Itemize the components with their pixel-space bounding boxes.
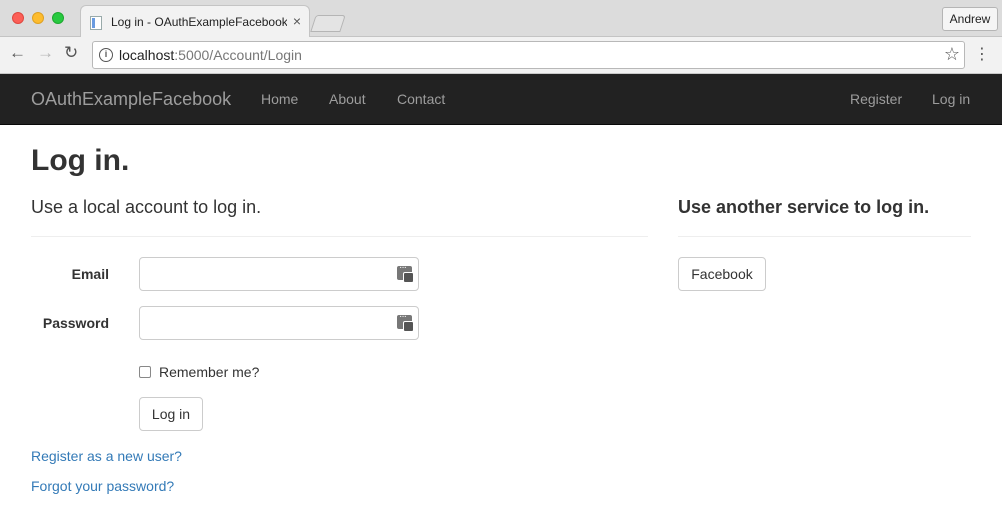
browser-menu-icon[interactable]: ⋮	[974, 44, 990, 64]
new-tab-button[interactable]	[310, 15, 346, 32]
email-field[interactable]	[150, 258, 390, 288]
page-favicon-icon	[90, 16, 102, 30]
url-path: :5000/Account/Login	[174, 47, 302, 63]
nav-login-link[interactable]: Log in	[932, 91, 970, 107]
remember-me-checkbox[interactable]	[139, 366, 151, 378]
password-label: Password	[42, 315, 109, 331]
tab-title: Log in - OAuthExampleFacebook	[111, 15, 287, 29]
divider	[31, 236, 648, 237]
url-host: localhost	[119, 47, 175, 63]
email-label: Email	[71, 266, 109, 282]
minimize-window-button[interactable]	[32, 12, 44, 24]
brand-link[interactable]: OAuthExampleFacebook	[31, 89, 231, 110]
bookmark-star-icon[interactable]: ☆	[944, 44, 960, 65]
profile-button[interactable]: Andrew	[942, 7, 998, 31]
maximize-window-button[interactable]	[52, 12, 64, 24]
password-manager-key-icon[interactable]	[397, 311, 414, 332]
url-text[interactable]: localhost:5000/Account/Login	[119, 47, 302, 63]
page-title: Log in.	[31, 144, 130, 177]
facebook-login-button[interactable]: Facebook	[678, 257, 766, 291]
nav-about-link[interactable]: About	[329, 91, 366, 107]
password-manager-key-icon[interactable]	[397, 262, 414, 283]
divider	[678, 236, 971, 237]
nav-contact-link[interactable]: Contact	[397, 91, 445, 107]
reload-icon[interactable]: ↻	[64, 43, 78, 63]
external-login-heading: Use another service to log in.	[678, 197, 930, 217]
login-button[interactable]: Log in	[139, 397, 203, 431]
site-navbar: OAuthExampleFacebook Home About Contact …	[0, 74, 1002, 125]
back-arrow-icon[interactable]: ←	[9, 43, 26, 63]
password-field[interactable]	[150, 307, 390, 337]
nav-home-link[interactable]: Home	[261, 91, 298, 107]
browser-toolbar: ← → ↻ i localhost:5000/Account/Login ☆ ⋮	[0, 37, 1002, 74]
remember-me-label[interactable]: Remember me?	[159, 364, 259, 380]
forgot-password-link[interactable]: Forgot your password?	[31, 478, 174, 494]
register-new-user-link[interactable]: Register as a new user?	[31, 448, 182, 464]
browser-tabstrip: Log in - OAuthExampleFacebook × Andrew	[0, 0, 1002, 38]
browser-tab[interactable]: Log in - OAuthExampleFacebook ×	[80, 5, 310, 38]
address-bar[interactable]: i localhost:5000/Account/Login ☆	[92, 41, 965, 69]
close-window-button[interactable]	[12, 12, 24, 24]
forward-arrow-icon[interactable]: →	[37, 43, 54, 63]
nav-register-link[interactable]: Register	[850, 91, 902, 107]
info-icon[interactable]: i	[99, 48, 113, 62]
password-field-container	[139, 306, 419, 340]
email-field-container	[139, 257, 419, 291]
local-account-heading: Use a local account to log in.	[31, 197, 262, 217]
tab-close-icon[interactable]: ×	[293, 13, 301, 29]
